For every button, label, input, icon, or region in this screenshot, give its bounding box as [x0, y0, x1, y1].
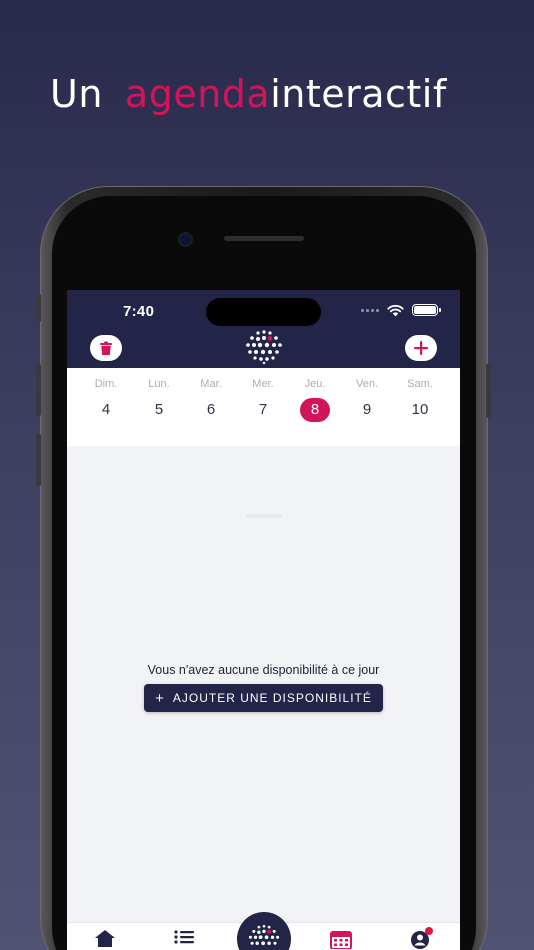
- status-time: 7:40: [123, 303, 155, 320]
- plus-icon: +: [155, 689, 165, 707]
- day-sunday[interactable]: Dim. 4: [80, 368, 132, 446]
- notification-badge: [425, 927, 433, 935]
- day-saturday[interactable]: Sam. 10: [394, 368, 446, 446]
- day-monday[interactable]: Lun. 5: [133, 368, 185, 446]
- trash-icon: [100, 341, 112, 355]
- wifi-icon: [387, 304, 404, 316]
- volume-down-button: [36, 434, 41, 486]
- day-wednesday[interactable]: Mer. 7: [237, 368, 289, 446]
- add-availability-label: AJOUTER UNE DISPONIBILITÉ: [172, 691, 372, 705]
- tab-center-logo[interactable]: [237, 912, 291, 950]
- day-number: 6: [206, 401, 216, 418]
- signal-icon: [361, 308, 379, 312]
- dynamic-island: [206, 298, 321, 326]
- day-tuesday[interactable]: Mar. 6: [185, 368, 237, 446]
- app-screen: 7:40 Dim. 4 Lun. 5 Mar. 6 Mer. 7 Jeu. 8 …: [67, 290, 460, 950]
- day-name: Dim.: [94, 378, 118, 390]
- list-icon: [174, 930, 194, 944]
- home-icon: [95, 930, 115, 947]
- day-name: Lun.: [148, 378, 170, 390]
- add-availability-button[interactable]: + AJOUTER UNE DISPONIBILITÉ: [144, 684, 383, 712]
- tab-home[interactable]: [92, 929, 118, 950]
- status-icons: [361, 303, 441, 317]
- mute-switch: [36, 294, 41, 322]
- day-number: 10: [411, 401, 429, 418]
- day-name: Mar.: [200, 378, 222, 390]
- day-friday[interactable]: Ven. 9: [341, 368, 393, 446]
- battery-icon: [412, 304, 441, 316]
- day-number: 5: [154, 401, 164, 418]
- add-button[interactable]: [405, 335, 437, 361]
- calendar-icon: [330, 931, 352, 949]
- tab-calendar[interactable]: [328, 929, 354, 950]
- day-name: Jeu.: [304, 378, 326, 390]
- day-name: Mer.: [252, 378, 274, 390]
- day-name: Ven.: [355, 378, 379, 390]
- power-button: [486, 364, 491, 418]
- day-number: 7: [258, 401, 268, 418]
- delete-button[interactable]: [90, 335, 122, 361]
- logo-icon: [248, 924, 280, 946]
- headline-word-interactif: interactif: [270, 72, 447, 116]
- day-number: 4: [101, 401, 111, 418]
- day-thursday-selected[interactable]: Jeu. 8: [289, 368, 341, 446]
- day-number: 9: [362, 401, 372, 418]
- headline-word-un: Un: [50, 72, 103, 116]
- volume-up-button: [36, 364, 41, 416]
- sheet-grabber[interactable]: [246, 514, 282, 518]
- day-number: 8: [300, 398, 330, 422]
- app-header: 7:40: [67, 290, 460, 368]
- logo-icon: [246, 330, 282, 364]
- earpiece-speaker: [224, 236, 304, 241]
- tab-profile[interactable]: [407, 927, 433, 950]
- front-camera: [180, 234, 191, 245]
- tab-list[interactable]: [171, 929, 197, 950]
- empty-state-message: Vous n'avez aucune disponibilité à ce jo…: [147, 663, 380, 677]
- week-strip: Dim. 4 Lun. 5 Mar. 6 Mer. 7 Jeu. 8 Ven. …: [67, 368, 460, 518]
- headline: Un agendainteractif: [50, 72, 447, 116]
- plus-icon: [414, 341, 428, 355]
- headline-word-agenda: agenda: [124, 72, 271, 116]
- day-name: Sam.: [407, 378, 433, 390]
